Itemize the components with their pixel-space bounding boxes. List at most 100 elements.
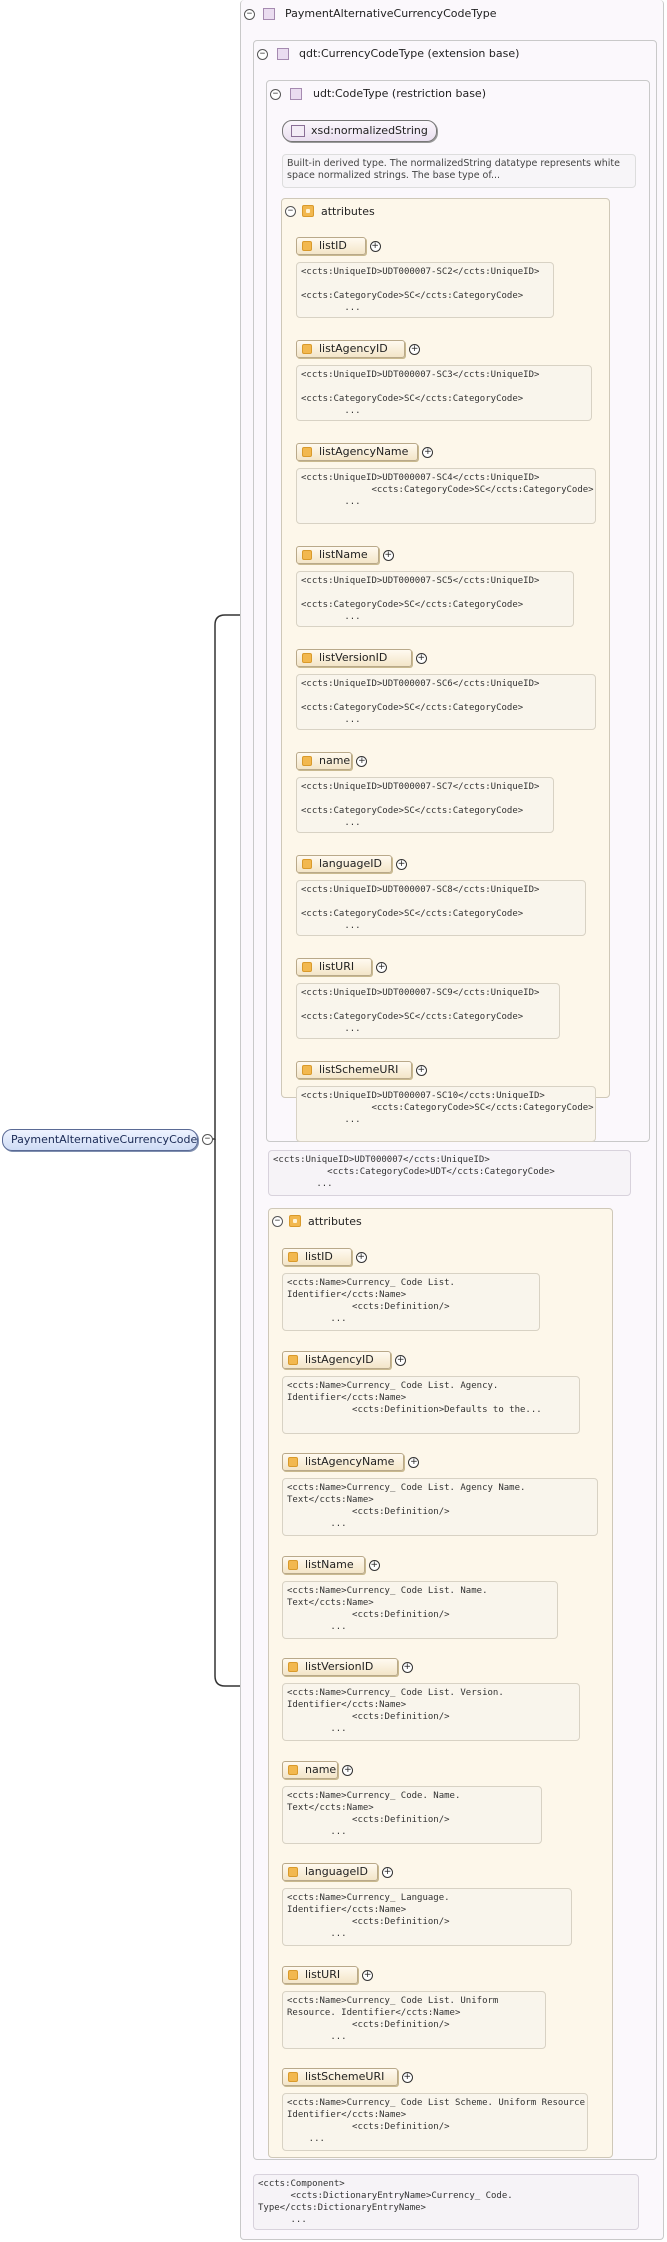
qdt-attribute-listid[interactable]: listID [282,1248,352,1266]
attribute-label: listName [319,548,368,561]
root-collapse-toggle[interactable]: − [202,1134,213,1145]
qdt-attribute-listschemeuri[interactable]: listSchemeURI [282,2068,398,2086]
attribute-icon [288,1457,298,1467]
expand-attribute-toggle[interactable]: + [396,859,407,870]
qdt-attribute-annotation: <ccts:Name>Currency_ Code. Name. Text</c… [282,1785,542,1844]
udt-attribute-listversionid[interactable]: listVersionID [296,649,412,667]
udt-attribute-name[interactable]: name [296,752,353,770]
udt-attribute-annotation: <ccts:UniqueID>UDT000007-SC7</ccts:Uniqu… [296,777,554,833]
attribute-label: listName [305,1557,354,1571]
attribute-icon [288,1969,298,1980]
attribute-label: listAgencyID [319,342,388,355]
attribute-label: name [319,754,351,767]
expand-attribute-toggle[interactable]: + [395,1354,407,1366]
attribute-label: listSchemeURI [319,1063,399,1076]
xsd-type-label: xsd:normalizedString [311,124,428,137]
root-element[interactable]: PaymentAlternativeCurrencyCode [2,1129,198,1151]
attribute-icon [288,1867,298,1877]
expand-attribute-toggle[interactable]: + [401,1662,413,1673]
udt-attribute-listid[interactable]: listID [296,237,366,255]
qdt-attribute-listagencyid[interactable]: listAgencyID [282,1350,392,1369]
attribute-icon [302,1065,312,1075]
udt-attribute-annotation: <ccts:UniqueID>UDT000007-SC4</ccts:Uniqu… [296,468,596,524]
complex-type-icon [277,48,289,60]
attribute-icon [302,344,312,354]
outer-type-collapse-toggle[interactable]: − [244,9,255,20]
expand-attribute-toggle[interactable]: + [401,2072,413,2083]
qdt-attribute-annotation: <ccts:Name>Currency_ Code List Scheme. U… [282,2093,588,2151]
attribute-icon [288,1354,298,1365]
qdt-attribute-annotation: <ccts:Name>Currency_ Code List. Uniform … [282,1990,546,2049]
qdt-attribute-languageid[interactable]: languageID [282,1863,378,1881]
udt-attributes-collapse-toggle[interactable]: − [285,206,296,217]
root-element-label: PaymentAlternativeCurrencyCode [11,1133,198,1146]
expand-attribute-toggle[interactable]: + [415,653,427,664]
attribute-icon [288,1662,298,1672]
attribute-icon [302,859,312,869]
simple-type-icon [291,125,305,137]
qdt-attribute-annotation: <ccts:Name>Currency_ Code List. Agency. … [282,1375,580,1434]
attribute-label: listURI [319,960,355,973]
attribute-icon [288,1559,298,1570]
udt-attribute-listschemeuri[interactable]: listSchemeURI [296,1061,412,1079]
attribute-icon [302,550,312,560]
udt-attribute-listname[interactable]: listName [296,546,379,564]
attribute-label: listAgencyName [305,1455,395,1468]
attribute-label: listID [305,1250,333,1263]
udt-attribute-languageid[interactable]: languageID [296,855,392,873]
qdt-attribute-listagencyname[interactable]: listAgencyName [282,1453,405,1471]
attributes-icon [289,1215,301,1227]
qdt-attribute-listuri[interactable]: listURI [282,1965,359,1984]
complex-type-icon [290,88,302,100]
expand-attribute-toggle[interactable]: + [382,1867,393,1878]
outer-type-label: PaymentAlternativeCurrencyCodeType [285,7,497,20]
attribute-label: listVersionID [305,1660,374,1673]
udt-attribute-annotation: <ccts:UniqueID>UDT000007-SC3</ccts:Uniqu… [296,365,592,421]
attribute-icon [302,653,312,663]
attribute-label: name [305,1762,337,1776]
expand-attribute-toggle[interactable]: + [355,1252,367,1263]
udt-attribute-annotation: <ccts:UniqueID>UDT000007-SC5</ccts:Uniqu… [296,571,574,627]
attribute-label: languageID [305,1865,368,1878]
xsd-normalizedstring-type[interactable]: xsd:normalizedString [282,120,437,142]
qdt-attributes-collapse-toggle[interactable]: − [272,1216,283,1227]
udt-attribute-annotation: <ccts:UniqueID>UDT000007-SC2</ccts:Uniqu… [296,262,554,318]
attribute-label: listVersionID [319,651,388,664]
restriction-base-label: udt:CodeType (restriction base) [313,87,486,100]
expand-attribute-toggle[interactable]: + [342,1764,354,1776]
qdt-attribute-annotation: <ccts:Name>Currency_ Code List. Identifi… [282,1273,540,1331]
udt-attribute-listuri[interactable]: listURI [296,958,373,976]
attribute-icon [302,447,312,457]
restriction-collapse-toggle[interactable]: − [270,89,281,100]
attribute-label: listSchemeURI [305,2070,385,2083]
xsd-documentation: Built-in derived type. The normalizedStr… [282,154,636,188]
qdt-attribute-name[interactable]: name [282,1760,339,1779]
udt-attribute-listagencyid[interactable]: listAgencyID [296,340,406,358]
expand-attribute-toggle[interactable]: + [369,241,381,252]
qdt-attribute-annotation: <ccts:Name>Currency_ Language. Identifie… [282,1888,572,1946]
udt-attribute-listagencyname[interactable]: listAgencyName [296,443,419,461]
attribute-icon [302,756,312,766]
attribute-label: listID [319,239,347,252]
qdt-attribute-annotation: <ccts:Name>Currency_ Code List. Agency N… [282,1478,598,1536]
qdt-annotation-note: <ccts:UniqueID>UDT000007</ccts:UniqueID>… [268,1150,631,1196]
expand-attribute-toggle[interactable]: + [382,550,394,561]
expand-attribute-toggle[interactable]: + [362,1969,374,1981]
attribute-icon [302,962,312,972]
attribute-icon [288,1764,298,1775]
attribute-icon [288,2072,298,2082]
udt-attribute-annotation: <ccts:UniqueID>UDT000007-SC10</ccts:Uniq… [296,1086,596,1142]
qdt-attributes-title: attributes [308,1215,362,1228]
expand-attribute-toggle[interactable]: + [415,1065,427,1076]
qdt-attribute-listversionid[interactable]: listVersionID [282,1658,398,1676]
complex-type-icon [263,8,275,20]
qdt-attribute-annotation: <ccts:Name>Currency_ Code List. Name. Te… [282,1580,558,1639]
component-annotation-note: <ccts:Component> <ccts:DictionaryEntryNa… [253,2174,639,2230]
attributes-icon [302,205,314,217]
udt-attribute-annotation: <ccts:UniqueID>UDT000007-SC9</ccts:Uniqu… [296,983,560,1039]
attribute-icon [288,1252,298,1262]
qdt-attribute-listname[interactable]: listName [282,1555,365,1574]
qdt-attribute-annotation: <ccts:Name>Currency_ Code List. Version.… [282,1683,580,1741]
expand-attribute-toggle[interactable]: + [368,1559,380,1571]
extension-collapse-toggle[interactable]: − [257,49,268,60]
